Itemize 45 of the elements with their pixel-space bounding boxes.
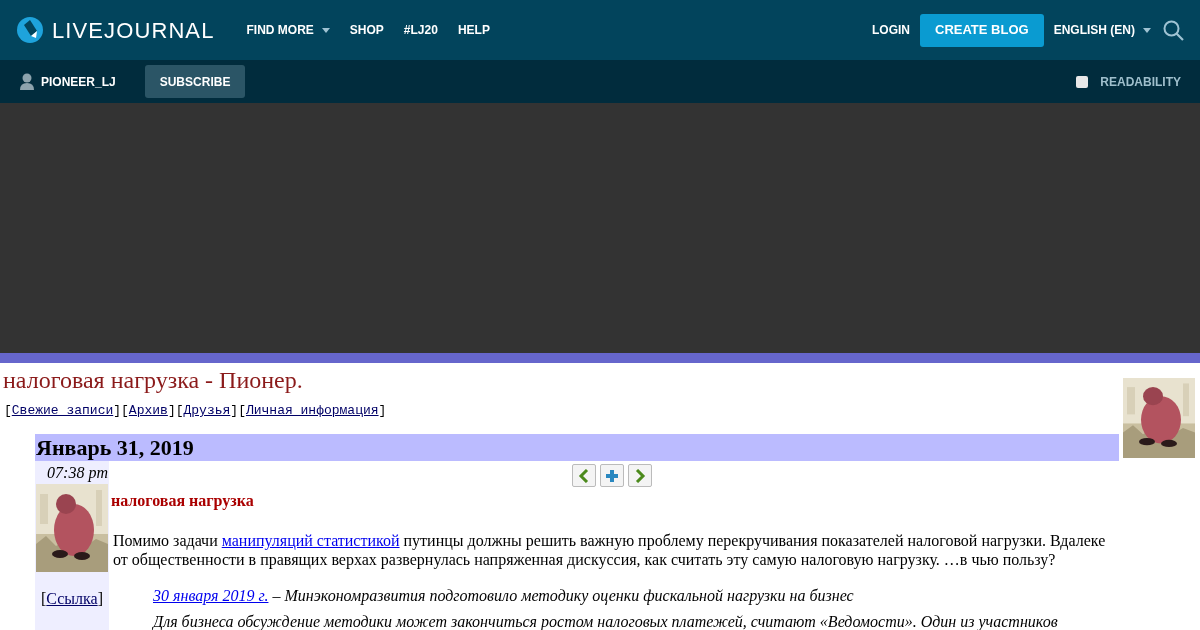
date-header: Январь 31, 2019 [35, 434, 1119, 461]
journal-nav-link[interactable]: Личная информация [245, 403, 379, 419]
readability-label: READABILITY [1100, 73, 1181, 91]
journal-title: налоговая нагрузка - Пионер. [2, 366, 304, 395]
bracket-text: [ [238, 403, 246, 419]
logo-text[interactable]: LIVEJOURNAL [52, 13, 215, 47]
subscribe-button[interactable]: SUBSCRIBE [144, 65, 246, 98]
bracket-text: [ [41, 590, 47, 607]
entry-paragraph: Помимо задачи манипуляций статистикой путинцы должны решить важную проблему перекручивания показателей налоговой нагрузки. Вдалеке от общественности в правящих верхах развернулась напряженная дискуссия, как считать эту самую налоговую нагрузку. …в чью пользу? [113, 531, 1107, 569]
previous-entry-button[interactable] [572, 464, 596, 487]
quote-text: 30 января 2019 г. – Минэкономразвития подготовило методику оценки фискальной нагрузки на бизнес [153, 586, 855, 607]
date-link[interactable]: 30 января 2019 г. [153, 587, 269, 604]
entry-time: 07:38 pm [47, 463, 109, 483]
journal-nav-link[interactable]: Архив [128, 403, 168, 419]
right-chevron-icon [634, 468, 646, 483]
nav-link[interactable]: SHOP [349, 21, 384, 39]
quote-text: Для бизнеса обсуждение методики может закончиться ростом налоговых платежей, считают «Ведомости». Один из участников [153, 612, 1059, 630]
nav-link[interactable]: FIND MORE [246, 21, 330, 39]
bracket-text: [ [121, 403, 129, 419]
left-chevron-icon [578, 468, 590, 483]
add-button[interactable] [600, 464, 624, 487]
permalink-link[interactable]: Ссылка [46, 590, 98, 607]
caret-icon [1143, 27, 1151, 33]
article-link[interactable]: манипуляций статистикой [221, 532, 400, 549]
bracket-text: [ [4, 403, 12, 419]
bracket-text: [ [175, 403, 184, 419]
readability-checkbox[interactable] [1076, 75, 1089, 88]
entry-subject: налоговая нагрузка [111, 491, 255, 512]
nav-link[interactable]: #LJ20 [403, 21, 438, 39]
logo-icon[interactable] [16, 16, 44, 44]
bracket-text: ] [97, 590, 103, 607]
plus-icon [605, 468, 619, 483]
user-icon [20, 73, 34, 90]
username-link[interactable]: PIONEER_LJ [41, 72, 116, 91]
journal-nav-link[interactable]: Свежие записи [11, 403, 114, 419]
login-link[interactable]: LOGIN [872, 21, 910, 39]
bracket-text: ] [230, 403, 239, 419]
nav-link[interactable]: HELP [457, 21, 490, 39]
journal-nav-link[interactable]: Друзья [183, 403, 231, 419]
bracket-text: ] [113, 403, 122, 419]
bracket-text: ] [167, 403, 176, 419]
language-dropdown[interactable]: ENGLISH (EN) [1053, 21, 1151, 39]
bracket-text: ] [378, 403, 387, 419]
next-entry-button[interactable] [628, 464, 652, 487]
search-icon[interactable] [1163, 19, 1184, 41]
